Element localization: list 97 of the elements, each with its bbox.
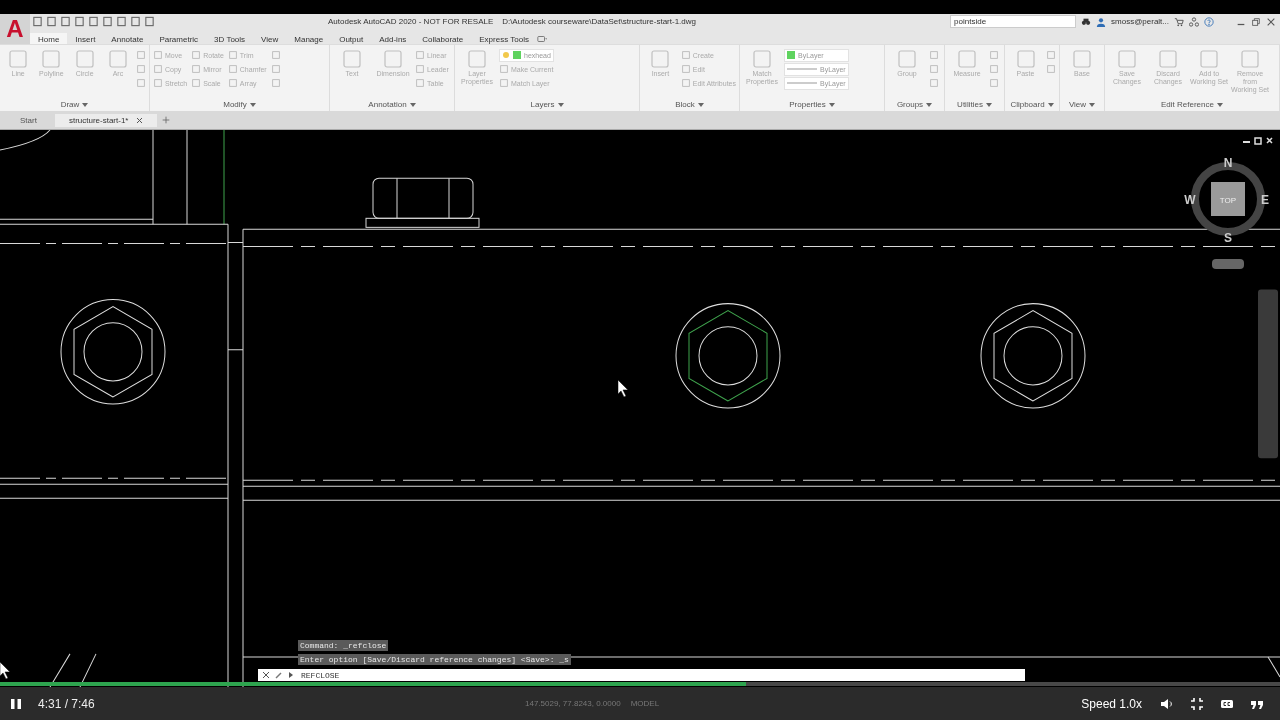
panel-title[interactable]: Modify: [223, 100, 247, 109]
square-icon: [1156, 48, 1180, 70]
square-icon: [1197, 48, 1221, 70]
caret-icon[interactable]: [409, 102, 416, 107]
square-icon: [1238, 48, 1262, 70]
close-icon[interactable]: [262, 671, 270, 679]
app-logo[interactable]: A: [0, 14, 30, 44]
volume-icon[interactable]: [1160, 696, 1174, 711]
panel-menu-icon[interactable]: [536, 34, 547, 44]
document-tab[interactable]: Start: [6, 113, 51, 127]
caret-icon[interactable]: [1216, 102, 1223, 107]
panel-title[interactable]: Clipboard: [1010, 100, 1045, 109]
ribbon-tab[interactable]: Output: [331, 33, 372, 44]
ribbon-tab[interactable]: Annotate: [103, 33, 152, 44]
ribbon-tab[interactable]: Insert: [67, 33, 104, 44]
square-icon: [153, 78, 163, 88]
network-icon[interactable]: [1189, 16, 1199, 27]
caret-icon[interactable]: [249, 102, 256, 107]
search-field[interactable]: pointside: [950, 15, 1077, 28]
document-tab[interactable]: structure-start-1*: [54, 113, 158, 127]
exit-fullscreen-icon[interactable]: [1190, 696, 1204, 711]
line-icon: [787, 81, 817, 85]
square-icon: [153, 50, 163, 60]
square-icon: [191, 50, 202, 60]
caret-icon[interactable]: [1089, 102, 1096, 107]
ribbon-tab[interactable]: Manage: [286, 33, 332, 44]
ribbon-tab[interactable]: 3D Tools: [206, 33, 254, 44]
caret-icon[interactable]: [1047, 102, 1054, 107]
ribbon-tab[interactable]: Home: [30, 33, 68, 44]
swatch-icon: [787, 51, 795, 59]
viewcube-face[interactable]: TOP: [1211, 182, 1245, 216]
square-icon: [415, 78, 425, 88]
cart-icon[interactable]: [1174, 16, 1184, 27]
close-icon[interactable]: [136, 116, 144, 124]
caret-icon[interactable]: [82, 102, 89, 107]
compass-west[interactable]: W: [1184, 193, 1196, 207]
square-icon: [381, 48, 405, 70]
square-icon: [191, 64, 202, 74]
panel-title[interactable]: Draw: [60, 100, 80, 109]
square-icon: [227, 78, 238, 88]
panel-title[interactable]: Edit Reference: [1161, 100, 1214, 109]
panel-title[interactable]: Layers: [530, 100, 555, 109]
panel-title[interactable]: Groups: [896, 100, 924, 109]
square-icon: [680, 64, 691, 74]
square-icon: [895, 48, 919, 70]
square-icon: [499, 64, 509, 74]
user-icon[interactable]: [1096, 16, 1107, 27]
help-icon[interactable]: [1204, 16, 1214, 27]
user-name[interactable]: smoss@peralt...: [1111, 17, 1169, 26]
ribbon-tab[interactable]: View: [253, 33, 287, 44]
square-icon: [191, 78, 202, 88]
caret-icon[interactable]: [828, 102, 835, 107]
square-icon: [340, 48, 364, 70]
panel-title[interactable]: Annotation: [368, 100, 407, 109]
bulb-icon: [502, 51, 510, 59]
compass-east[interactable]: E: [1261, 193, 1269, 207]
binoculars-icon[interactable]: [1081, 16, 1092, 27]
line-icon: [787, 67, 817, 71]
square-icon: [227, 64, 238, 74]
cursor-icon: [617, 379, 629, 398]
restore-icon[interactable]: [1254, 137, 1262, 145]
video-time: 4:31 / 7:46: [38, 696, 95, 711]
command-input[interactable]: REFCLOSE: [301, 670, 501, 680]
ribbon-tab[interactable]: Parametric: [151, 33, 207, 44]
square-icon: [750, 48, 774, 70]
square-icon: [955, 48, 979, 70]
square-icon: [680, 78, 691, 88]
square-icon: [465, 48, 489, 70]
ribbon-tab[interactable]: Add-ins: [371, 33, 415, 44]
square-icon: [1115, 48, 1139, 70]
square-icon: [227, 50, 238, 60]
minimize-icon[interactable]: [1242, 141, 1251, 143]
square-icon: [1070, 48, 1094, 70]
compass-south[interactable]: S: [1224, 231, 1232, 245]
square-icon: [415, 50, 425, 60]
panel-title[interactable]: Block: [675, 100, 695, 109]
ribbon-tab[interactable]: Collaborate: [414, 33, 472, 44]
panel-title[interactable]: Properties: [789, 100, 826, 109]
panel-title[interactable]: Utilities: [957, 100, 983, 109]
compass-north[interactable]: N: [1223, 156, 1233, 170]
caret-icon[interactable]: [557, 102, 564, 107]
caret-icon[interactable]: [926, 102, 933, 107]
plus-icon[interactable]: [161, 115, 172, 125]
pause-icon[interactable]: [10, 697, 22, 710]
panel-title[interactable]: View: [1068, 100, 1087, 109]
swatch-icon: [513, 51, 521, 59]
window-title: Autodesk AutoCAD 2020 - NOT FOR RESALE D:\Autodesk courseware\DataSet\structure-start-1.dwg: [328, 17, 696, 26]
speed-button[interactable]: Speed 1.0x: [1081, 696, 1142, 711]
caret-icon[interactable]: [985, 102, 992, 107]
square-icon: [153, 64, 163, 74]
model-mode-toggle[interactable]: MODEL: [630, 699, 660, 708]
square-icon: [415, 64, 425, 74]
caret-icon[interactable]: [697, 102, 704, 107]
ribbon-tab[interactable]: Express Tools: [471, 33, 537, 44]
square-icon: [499, 78, 509, 88]
square-icon: [680, 50, 691, 60]
coordinate-system-menu[interactable]: [1212, 259, 1244, 269]
